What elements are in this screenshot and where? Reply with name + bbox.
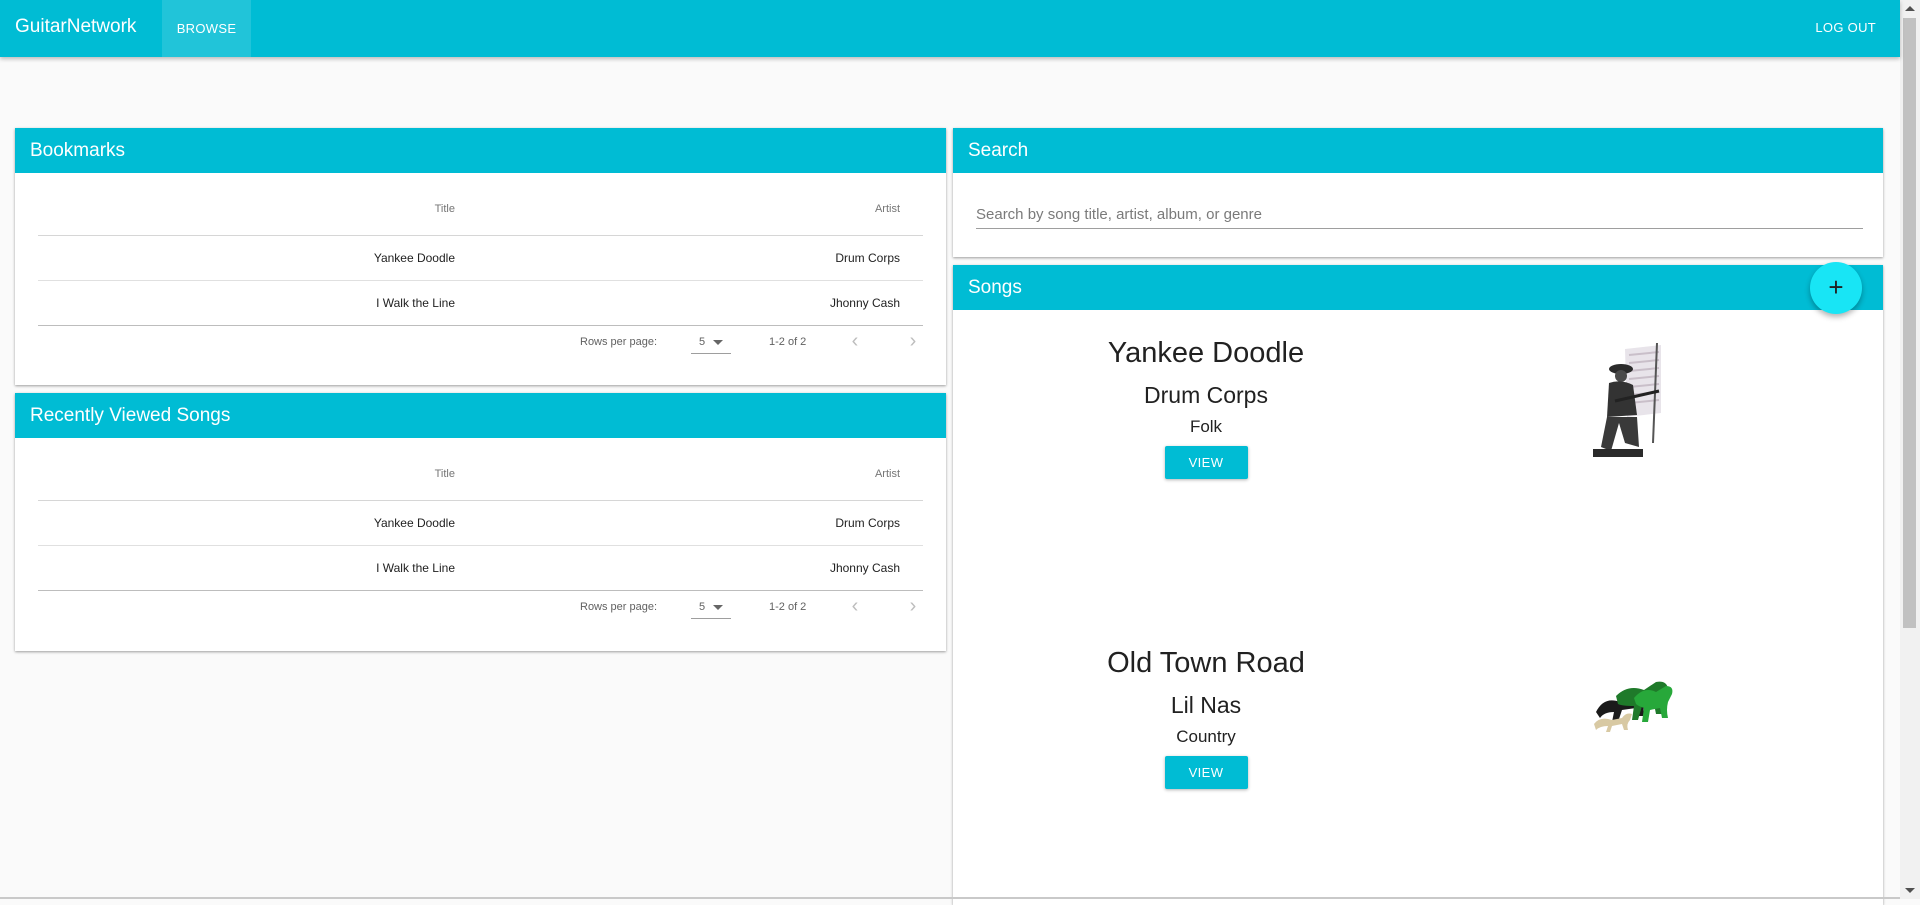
chevron-left-icon[interactable]: ‹: [843, 594, 867, 618]
chevron-right-icon[interactable]: ›: [901, 329, 925, 353]
cell-title: I Walk the Line: [376, 296, 455, 310]
search-field[interactable]: [976, 200, 1863, 229]
app-bar: GuitarNetwork BROWSE LOG OUT: [0, 0, 1900, 57]
rows-per-page-value: 5: [699, 601, 706, 613]
rows-per-page-value: 5: [699, 336, 706, 348]
songs-header: Songs: [953, 265, 1883, 310]
table-row[interactable]: Yankee Doodle Drum Corps: [38, 236, 923, 281]
song-artist: Lil Nas: [1170, 692, 1242, 718]
table-row[interactable]: I Walk the Line Jhonny Cash: [38, 281, 923, 326]
pagination-range: 1-2 of 2: [769, 336, 807, 348]
column-header-title[interactable]: Title: [435, 468, 455, 480]
cell-artist: Drum Corps: [835, 251, 900, 265]
search-card: Search: [953, 128, 1883, 257]
bookmarks-card: Bookmarks Title Artist Yankee Doodle Dru…: [15, 128, 946, 385]
logout-button[interactable]: LOG OUT: [1815, 0, 1876, 57]
scroll-down-arrow-icon[interactable]: [1905, 888, 1915, 893]
brand-title[interactable]: GuitarNetwork: [15, 16, 136, 38]
cell-title: Yankee Doodle: [373, 251, 455, 265]
song-genre: Folk: [1189, 417, 1223, 436]
table-header: Title Artist: [38, 438, 923, 501]
minuteman-soldier-image: [1585, 343, 1665, 459]
scrollbar-thumb[interactable]: [1903, 18, 1916, 628]
rows-per-page-select[interactable]: 5: [691, 331, 731, 354]
caret-down-icon: [713, 340, 723, 345]
rows-per-page-label: Rows per page:: [580, 601, 658, 613]
column-header-artist[interactable]: Artist: [875, 203, 900, 215]
view-song-button[interactable]: VIEW: [1164, 756, 1248, 789]
recent-songs-pagination: Rows per page: 5 1-2 of 2 ‹ ›: [15, 589, 923, 629]
cell-artist: Drum Corps: [835, 516, 900, 530]
rows-per-page-select[interactable]: 5: [691, 596, 731, 619]
search-input[interactable]: [976, 206, 1863, 223]
scroll-up-arrow-icon[interactable]: [1905, 6, 1915, 11]
song-title: Yankee Doodle: [1107, 337, 1305, 369]
recent-songs-card: Recently Viewed Songs Title Artist Yanke…: [15, 393, 946, 651]
bookmarks-pagination: Rows per page: 5 1-2 of 2 ‹ ›: [15, 324, 923, 364]
cell-artist: Jhonny Cash: [829, 296, 900, 310]
bookmarks-table: Title Artist Yankee Doodle Drum Corps I …: [38, 173, 923, 326]
recent-songs-table: Title Artist Yankee Doodle Drum Corps I …: [38, 438, 923, 591]
add-song-button[interactable]: +: [1810, 262, 1862, 314]
nav-browse-tab[interactable]: BROWSE: [162, 0, 251, 57]
table-row[interactable]: Yankee Doodle Drum Corps: [38, 501, 923, 546]
view-song-button[interactable]: VIEW: [1164, 446, 1248, 479]
chevron-right-icon[interactable]: ›: [901, 594, 925, 618]
cell-title: I Walk the Line: [376, 561, 455, 575]
cell-title: Yankee Doodle: [373, 516, 455, 530]
song-artist: Drum Corps: [1144, 382, 1268, 408]
column-header-artist[interactable]: Artist: [875, 468, 900, 480]
song-genre: Country: [1176, 727, 1236, 746]
search-header: Search: [953, 128, 1883, 173]
song-item: Yankee Doodle Drum Corps Folk VIEW: [1056, 337, 1356, 479]
plus-icon: +: [1828, 272, 1844, 302]
page-scrollbar[interactable]: [1900, 0, 1920, 899]
rows-per-page-label: Rows per page:: [580, 336, 658, 348]
song-title: Old Town Road: [1107, 647, 1305, 679]
table-row[interactable]: I Walk the Line Jhonny Cash: [38, 546, 923, 591]
table-header: Title Artist: [38, 173, 923, 236]
column-header-title[interactable]: Title: [435, 203, 455, 215]
song-item: Old Town Road Lil Nas Country VIEW: [1056, 647, 1356, 789]
caret-down-icon: [713, 605, 723, 610]
pagination-range: 1-2 of 2: [769, 601, 807, 613]
cell-artist: Jhonny Cash: [829, 561, 900, 575]
horses-image: [1594, 681, 1673, 732]
bookmarks-header: Bookmarks: [15, 128, 946, 173]
recent-songs-header: Recently Viewed Songs: [15, 393, 946, 438]
chevron-left-icon[interactable]: ‹: [843, 329, 867, 353]
songs-card: Songs Yankee Doodle Drum Corps Folk VIEW…: [953, 265, 1883, 905]
